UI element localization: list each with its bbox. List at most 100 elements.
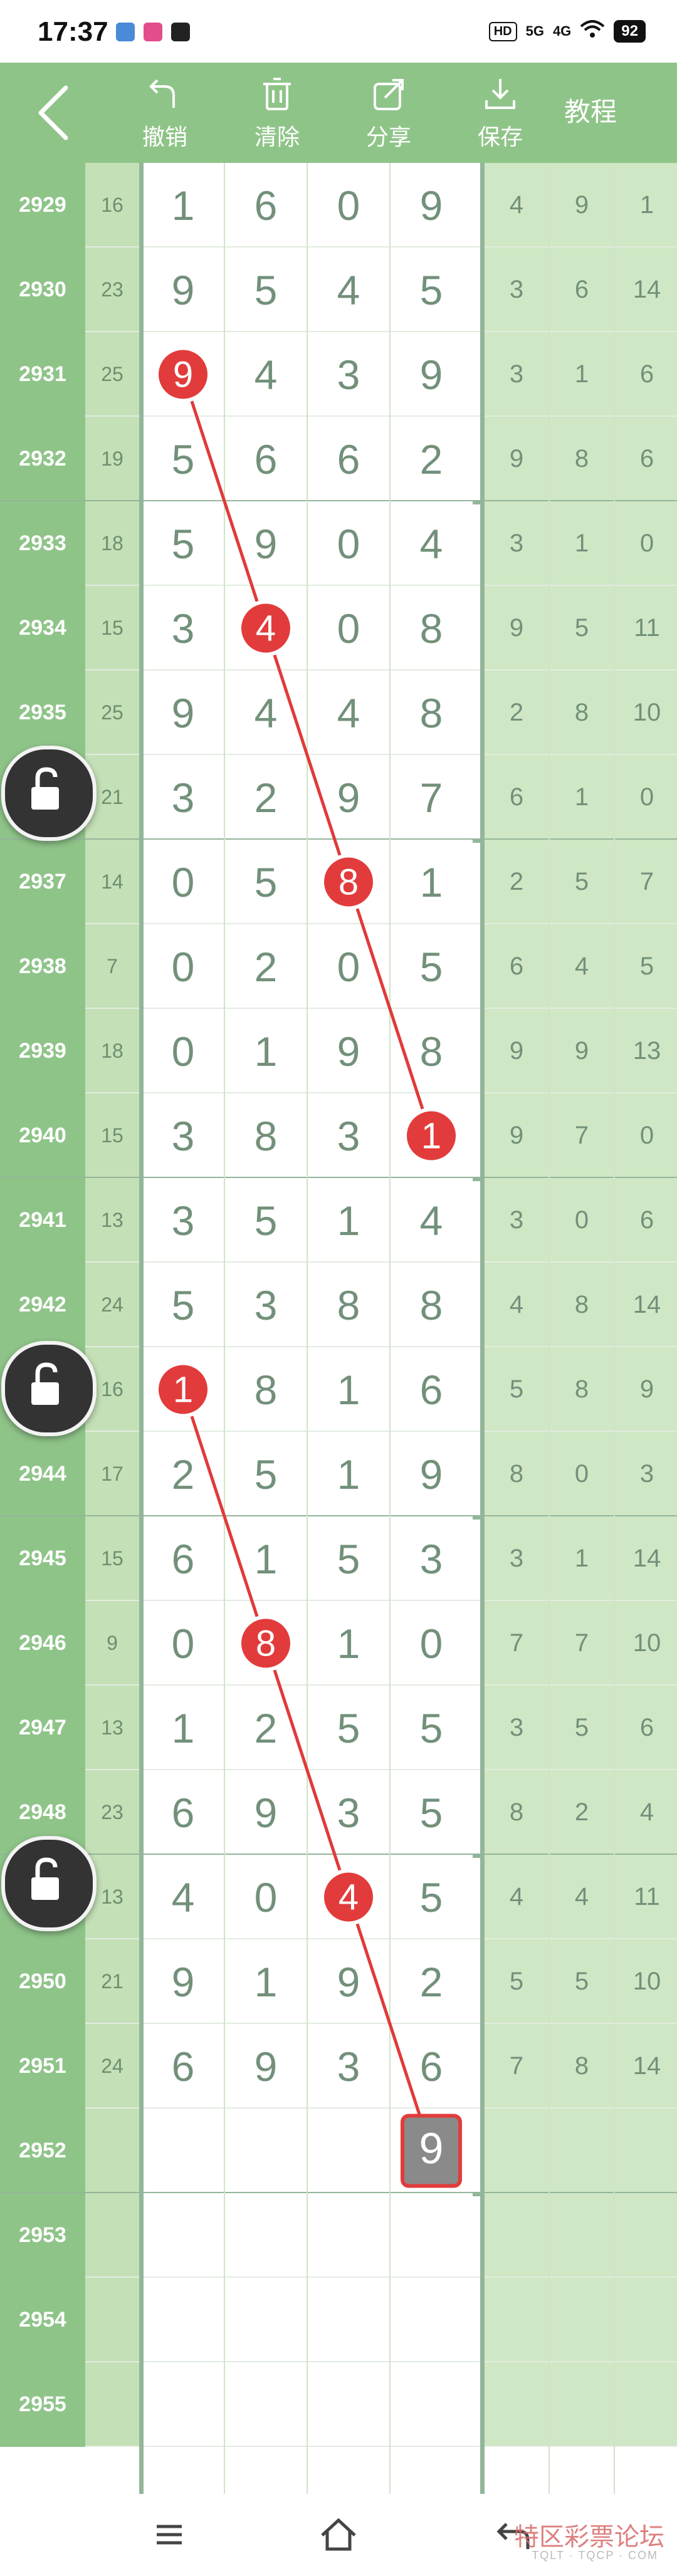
- digit-cell[interactable]: 3: [307, 2024, 390, 2109]
- digit-cell[interactable]: 3: [142, 586, 224, 670]
- digit-cell[interactable]: 0: [307, 924, 390, 1009]
- digit-cell[interactable]: 8: [390, 586, 473, 670]
- digit-cell[interactable]: 8: [390, 1009, 473, 1093]
- share-button[interactable]: 分享: [348, 75, 429, 157]
- digit-cell[interactable]: 2: [142, 1432, 224, 1516]
- digit-cell[interactable]: 5: [142, 417, 224, 501]
- digit-cell[interactable]: 1: [307, 1347, 390, 1432]
- digit-cell[interactable]: 9: [224, 1770, 307, 1855]
- digit-cell[interactable]: 0: [307, 586, 390, 670]
- digit-cell[interactable]: [307, 2362, 390, 2447]
- digit-cell[interactable]: 5: [224, 248, 307, 332]
- digit-cell[interactable]: [142, 2362, 224, 2447]
- digit-cell[interactable]: 6: [307, 417, 390, 501]
- back-button[interactable]: [22, 81, 85, 144]
- lock-button[interactable]: [1, 1836, 97, 1931]
- digit-cell[interactable]: 8: [224, 1347, 307, 1432]
- digit-cell[interactable]: [307, 2109, 390, 2193]
- digit-cell[interactable]: 8: [390, 670, 473, 755]
- digit-cell[interactable]: 6: [390, 2024, 473, 2109]
- digit-cell[interactable]: [224, 2362, 307, 2447]
- digit-cell[interactable]: 6: [142, 1770, 224, 1855]
- digit-cell[interactable]: 1: [224, 1009, 307, 1093]
- save-button[interactable]: 保存: [459, 75, 541, 157]
- digit-cell[interactable]: [390, 2193, 473, 2278]
- digit-cell[interactable]: 2: [390, 1939, 473, 2024]
- lock-button[interactable]: [1, 1341, 97, 1436]
- digit-cell[interactable]: 1: [142, 1347, 224, 1432]
- digit-cell[interactable]: [224, 2193, 307, 2278]
- digit-cell[interactable]: 5: [390, 924, 473, 1009]
- digit-cell[interactable]: 2: [224, 755, 307, 840]
- digit-cell[interactable]: 9: [390, 1432, 473, 1516]
- digit-cell[interactable]: 8: [307, 840, 390, 924]
- digit-cell[interactable]: 4: [224, 670, 307, 755]
- digit-cell[interactable]: [307, 2193, 390, 2278]
- digit-cell[interactable]: 3: [390, 1516, 473, 1601]
- digit-cell[interactable]: [142, 2278, 224, 2362]
- digit-cell[interactable]: 3: [142, 755, 224, 840]
- digit-cell[interactable]: 9: [142, 332, 224, 417]
- digit-cell[interactable]: [142, 2109, 224, 2193]
- digit-cell[interactable]: 5: [390, 1855, 473, 1939]
- digit-cell[interactable]: 8: [390, 1263, 473, 1347]
- digit-cell[interactable]: 6: [390, 1347, 473, 1432]
- lock-button[interactable]: [1, 746, 97, 841]
- digit-cell[interactable]: [224, 2278, 307, 2362]
- digit-cell[interactable]: 3: [142, 1093, 224, 1178]
- digit-cell[interactable]: 0: [224, 1855, 307, 1939]
- digit-cell[interactable]: 4: [390, 501, 473, 586]
- digit-cell[interactable]: 3: [307, 332, 390, 417]
- digit-cell[interactable]: 9: [307, 1009, 390, 1093]
- digit-cell[interactable]: 6: [142, 2024, 224, 2109]
- digit-cell[interactable]: 7: [390, 755, 473, 840]
- digit-cell[interactable]: 9: [142, 248, 224, 332]
- digit-cell[interactable]: 1: [224, 1939, 307, 2024]
- digit-cell[interactable]: 1: [307, 1178, 390, 1263]
- digit-cell[interactable]: [390, 2362, 473, 2447]
- digit-cell[interactable]: 8: [307, 1263, 390, 1347]
- digit-cell[interactable]: 6: [224, 417, 307, 501]
- digit-cell[interactable]: 0: [142, 840, 224, 924]
- digit-cell[interactable]: 5: [307, 1686, 390, 1770]
- digit-cell[interactable]: [390, 2109, 473, 2193]
- digit-cell[interactable]: 4: [307, 670, 390, 755]
- digit-cell[interactable]: 0: [390, 1601, 473, 1686]
- digit-cell[interactable]: 8: [224, 1093, 307, 1178]
- digit-cell[interactable]: 9: [390, 163, 473, 248]
- digit-cell[interactable]: 9: [224, 501, 307, 586]
- digit-cell[interactable]: 9: [224, 2024, 307, 2109]
- clear-button[interactable]: 清除: [236, 75, 318, 157]
- digit-cell[interactable]: 3: [307, 1093, 390, 1178]
- digit-cell[interactable]: 5: [224, 1178, 307, 1263]
- digit-cell[interactable]: 1: [142, 1686, 224, 1770]
- digit-cell[interactable]: 9: [307, 1939, 390, 2024]
- digit-cell[interactable]: 9: [307, 755, 390, 840]
- digit-cell[interactable]: [390, 2278, 473, 2362]
- digit-cell[interactable]: 5: [224, 1432, 307, 1516]
- digit-cell[interactable]: 0: [307, 501, 390, 586]
- digit-cell[interactable]: 6: [224, 163, 307, 248]
- digit-cell[interactable]: 9: [390, 332, 473, 417]
- digit-cell[interactable]: 5: [390, 1686, 473, 1770]
- digit-cell[interactable]: 4: [224, 586, 307, 670]
- digit-cell[interactable]: 4: [142, 1855, 224, 1939]
- digit-cell[interactable]: 1: [307, 1601, 390, 1686]
- digit-cell[interactable]: [307, 2278, 390, 2362]
- home-button[interactable]: [313, 2513, 364, 2557]
- digit-cell[interactable]: 2: [224, 1686, 307, 1770]
- digit-cell[interactable]: 2: [390, 417, 473, 501]
- digit-cell[interactable]: 1: [390, 1093, 473, 1178]
- digit-cell[interactable]: 3: [224, 1263, 307, 1347]
- digit-cell[interactable]: 6: [142, 1516, 224, 1601]
- digit-cell[interactable]: [224, 2109, 307, 2193]
- digit-cell[interactable]: 0: [142, 1601, 224, 1686]
- digit-cell[interactable]: [142, 2193, 224, 2278]
- digit-cell[interactable]: 0: [142, 1009, 224, 1093]
- digit-cell[interactable]: 4: [390, 1178, 473, 1263]
- digit-cell[interactable]: 5: [390, 248, 473, 332]
- digit-cell[interactable]: 5: [224, 840, 307, 924]
- digit-cell[interactable]: 5: [142, 501, 224, 586]
- digit-cell[interactable]: 3: [307, 1770, 390, 1855]
- digit-cell[interactable]: 0: [307, 163, 390, 248]
